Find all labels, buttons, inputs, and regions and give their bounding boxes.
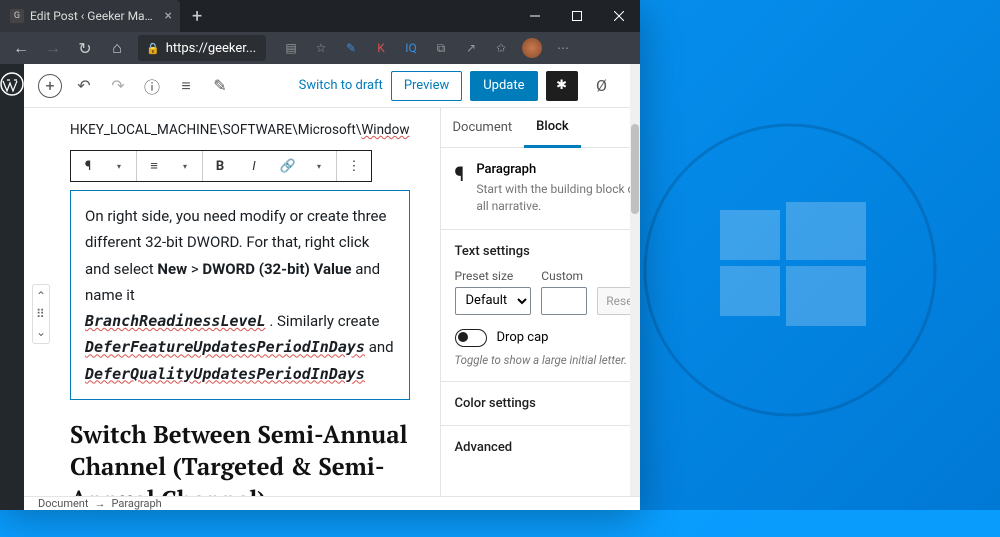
edit-mode-button[interactable]: ✎ [204,70,236,102]
lock-icon: 🔒 [146,42,160,55]
preset-size-label: Preset size [455,269,532,283]
address-bar[interactable]: 🔒 https://geeker... [138,35,266,61]
browser-nav-bar: ← → ↻ ⌂ 🔒 https://geeker... ▤ ☆ ✎ K IQ ⧉… [0,32,640,64]
undo-button[interactable]: ↶ [68,70,100,102]
tab-document[interactable]: Document [441,108,525,148]
paragraph-icon: ¶ [455,162,465,215]
block-type-icon[interactable]: ¶ [71,151,105,181]
browser-tab[interactable]: G Edit Post ‹ Geeker Mag — WordP × [0,0,180,32]
tab-block[interactable]: Block [524,108,580,148]
advanced-header[interactable]: Advanced ⌄ [455,440,640,455]
ext-favorites-icon[interactable]: ✩ [486,34,516,62]
preview-button[interactable]: Preview [391,71,462,101]
scrollbar[interactable] [630,108,640,496]
italic-button[interactable]: I [237,151,271,181]
drag-handle-icon[interactable]: ⠿ [36,307,46,321]
settings-sidebar: Document Block ✕ ¶ Paragraph Start with … [440,108,640,496]
home-button[interactable]: ⌂ [102,34,132,62]
close-tab-icon[interactable]: × [165,8,172,24]
bold-button[interactable]: B [203,151,237,181]
scroll-thumb[interactable] [631,124,639,214]
status-bar: Document → Paragraph [24,496,640,510]
block-toolbar: ¶▾ ≡▾ B I 🔗 ▾ ⋮ [70,150,372,182]
ext-iq-icon[interactable]: IQ [396,34,426,62]
move-up-icon[interactable]: ⌃ [36,289,46,303]
block-mover[interactable]: ⌃ ⠿ ⌄ [32,284,50,344]
ext-k-icon[interactable]: K [366,34,396,62]
outline-button[interactable]: ≡ [170,70,202,102]
maximize-button[interactable] [556,0,598,32]
url-text: https://geeker... [166,41,256,56]
paragraph-block[interactable]: On right side, you need modify or create… [70,190,410,400]
settings-gear-button[interactable]: ✱ [546,71,578,101]
ext-star-icon[interactable]: ☆ [306,34,336,62]
wordpress-logo-icon [0,72,24,96]
redo-button[interactable]: ↷ [102,70,134,102]
jetpack-icon[interactable]: Ø [586,70,618,102]
link-button[interactable]: 🔗 [271,151,305,181]
dropcap-toggle[interactable] [455,329,487,347]
switch-to-draft-link[interactable]: Switch to draft [299,78,383,93]
ext-share-icon[interactable]: ↗ [456,34,486,62]
block-description: Start with the building block of all nar… [476,181,640,215]
back-button[interactable]: ← [6,34,36,62]
windows-logo-desktop [640,120,940,420]
breadcrumb-root[interactable]: Document [38,497,88,510]
tab-title: Edit Post ‹ Geeker Mag — WordP [30,9,159,23]
move-down-icon[interactable]: ⌄ [36,325,46,339]
editor-toolbar: + ↶ ↷ ⓘ ≡ ✎ Switch to draft Preview Upda… [24,64,640,108]
text-settings-header[interactable]: Text settings ⌃ [455,244,640,259]
ext-pen-icon[interactable]: ✎ [336,34,366,62]
new-tab-button[interactable]: + [180,6,214,27]
update-button[interactable]: Update [470,71,537,101]
preset-size-select[interactable]: Default [455,287,532,315]
custom-size-label: Custom [541,269,587,283]
reload-button[interactable]: ↻ [70,34,100,62]
browser-window: G Edit Post ‹ Geeker Mag — WordP × + ← →… [0,0,640,510]
breadcrumb-current[interactable]: Paragraph [111,497,161,510]
ext-collections-icon[interactable]: ⧉ [426,34,456,62]
browser-menu-icon[interactable]: ⋯ [548,34,578,62]
align-caret-icon[interactable]: ▾ [168,151,202,181]
forward-button: → [38,34,68,62]
color-settings-header[interactable]: Color settings ⌄ [455,396,640,411]
ext-reader-icon[interactable]: ▤ [276,34,306,62]
info-button[interactable]: ⓘ [136,70,168,102]
custom-size-input[interactable] [541,287,587,315]
minimize-button[interactable] [514,0,556,32]
titlebar: G Edit Post ‹ Geeker Mag — WordP × + [0,0,640,32]
heading-block[interactable]: Switch Between Semi-Annual Channel (Targ… [70,418,410,496]
dropcap-hint: Toggle to show a large initial letter. [455,353,640,367]
more-format-caret-icon[interactable]: ▾ [302,151,336,181]
profile-avatar[interactable] [522,38,542,58]
add-block-button[interactable]: + [38,74,62,98]
dropcap-label: Drop cap [497,330,549,345]
close-window-button[interactable] [598,0,640,32]
taskbar[interactable] [0,510,1000,537]
site-favicon: G [10,9,24,23]
block-name-label: Paragraph [476,162,640,177]
registry-path-text: HKEY_LOCAL_MACHINE\SOFTWARE\Microsoft\Wi… [70,122,410,138]
align-icon[interactable]: ≡ [137,151,171,181]
wp-admin-bar[interactable] [0,64,24,510]
transform-caret-icon[interactable]: ▾ [102,151,136,181]
editor-canvas[interactable]: ⌃ ⠿ ⌄ HKEY_LOCAL_MACHINE\SOFTWARE\Micros… [24,108,440,496]
block-more-icon[interactable]: ⋮ [337,151,371,181]
